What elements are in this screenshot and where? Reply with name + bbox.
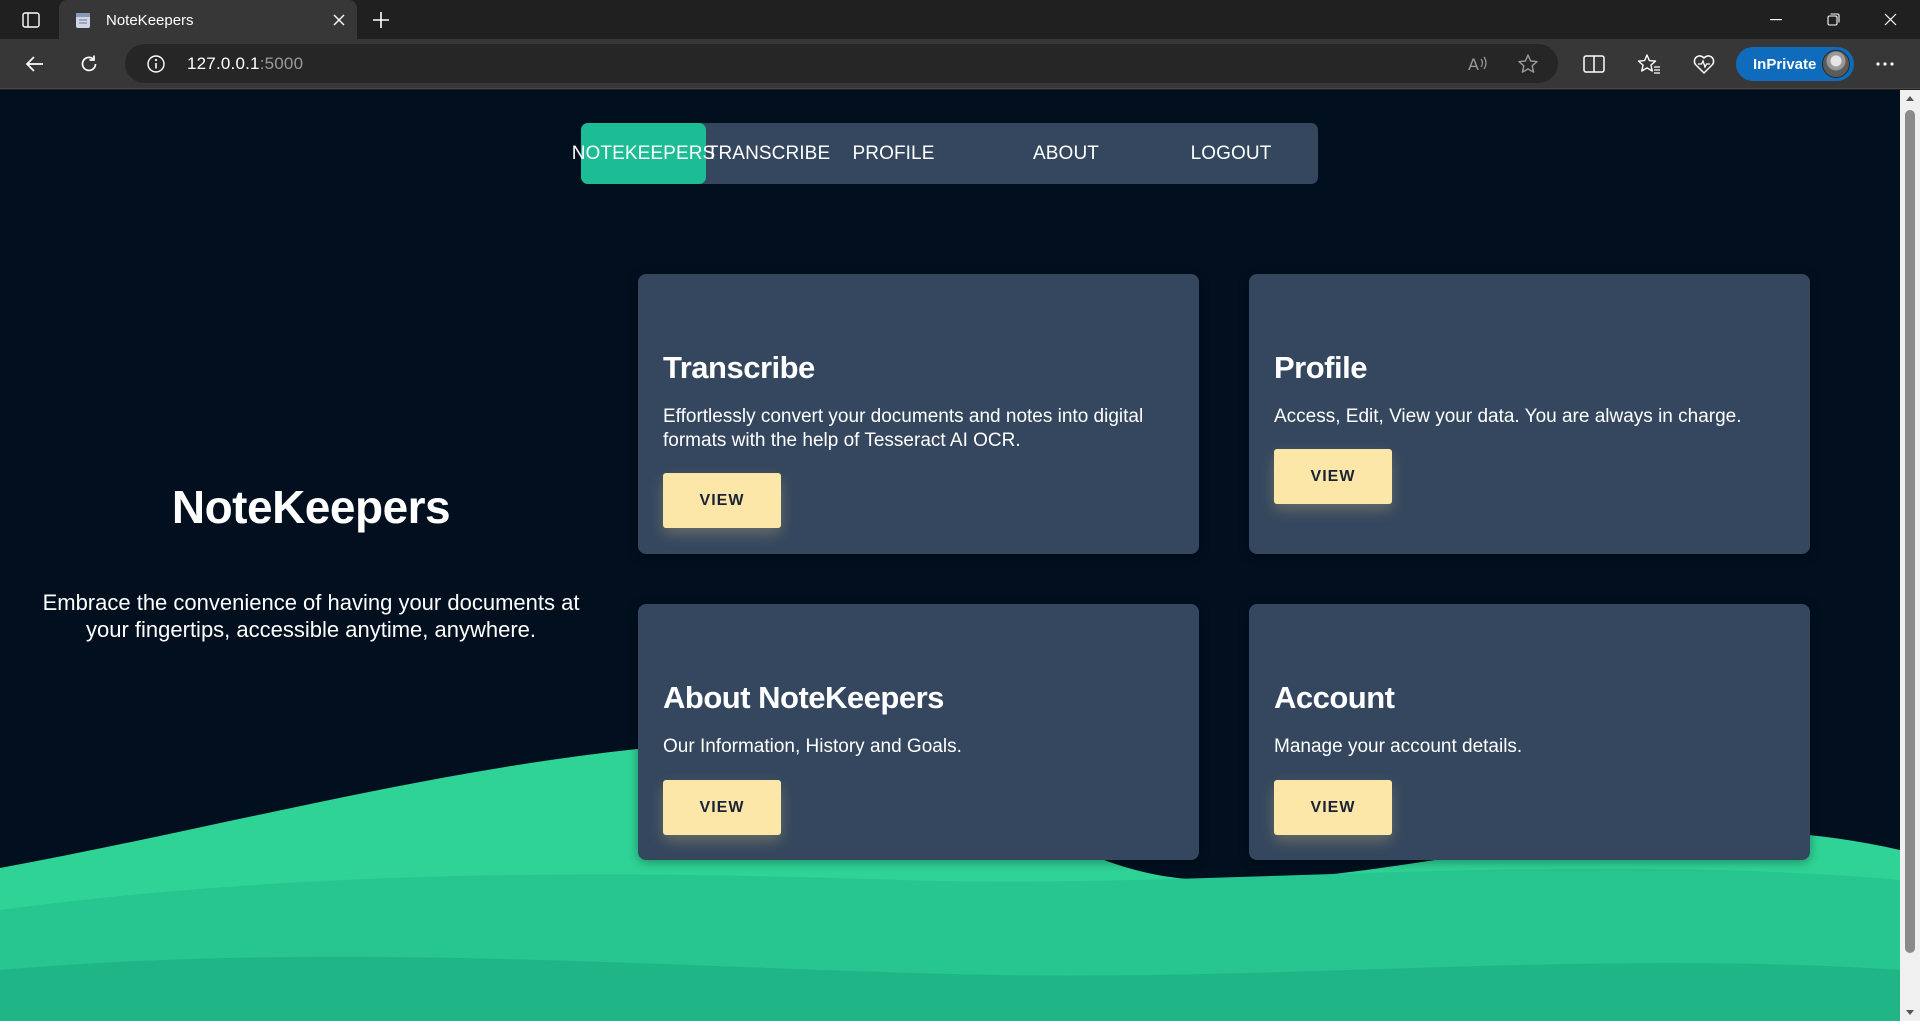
plus-icon[interactable] xyxy=(366,6,396,34)
page-favicon-icon xyxy=(74,10,92,30)
minimize-icon[interactable] xyxy=(1748,0,1804,39)
tab-title: NoteKeepers xyxy=(106,11,194,29)
card-profile: Profile Access, Edit, View your data. Yo… xyxy=(1249,274,1810,554)
card-title: About NoteKeepers xyxy=(663,680,944,715)
card-description: Access, Edit, View your data. You are al… xyxy=(1274,406,1742,427)
page-viewport: NOTEKEEPERS TRANSCRIBE PROFILE ABOUT LOG… xyxy=(0,90,1920,1021)
tab-strip: NoteKeepers xyxy=(0,0,1920,40)
split-screen-icon[interactable] xyxy=(1575,45,1613,83)
card-title: Transcribe xyxy=(663,350,815,385)
main-nav: NOTEKEEPERS TRANSCRIBE PROFILE ABOUT LOG… xyxy=(572,123,1318,184)
card-description: Our Information, History and Goals. xyxy=(663,736,962,757)
scroll-down-icon[interactable] xyxy=(1904,1007,1916,1019)
card-account: Account Manage your account details. VIE… xyxy=(1249,604,1810,860)
nav-item-logout[interactable]: LOGOUT xyxy=(1151,123,1311,184)
sidebar-toggle-icon[interactable] xyxy=(14,8,47,32)
inprivate-button[interactable]: InPrivate xyxy=(1736,47,1854,81)
card-description: Effortlessly convert your documents and … xyxy=(663,406,1144,451)
browser-essentials-icon[interactable] xyxy=(1685,45,1723,83)
scrollbar-thumb[interactable] xyxy=(1905,110,1915,953)
vertical-scrollbar[interactable] xyxy=(1900,90,1920,1021)
hero-title: NoteKeepers xyxy=(171,481,451,533)
view-button-profile[interactable]: VIEW xyxy=(1274,449,1392,504)
refresh-icon[interactable] xyxy=(70,45,108,83)
avatar xyxy=(1822,50,1850,78)
view-button-about[interactable]: VIEW xyxy=(663,780,781,835)
restore-icon[interactable] xyxy=(1805,0,1861,39)
close-icon[interactable] xyxy=(325,6,353,34)
more-icon[interactable] xyxy=(1866,45,1904,83)
svg-text:A: A xyxy=(1468,55,1479,73)
address-port: :5000 xyxy=(259,54,304,73)
background-waves xyxy=(0,739,1900,1021)
nav-item-profile[interactable]: PROFILE xyxy=(831,123,956,184)
favorites-icon[interactable] xyxy=(1630,45,1668,83)
view-button-transcribe[interactable]: VIEW xyxy=(663,473,781,528)
address-host: 127.0.0.1 xyxy=(187,54,260,73)
address-bar[interactable]: 127.0.0.1:5000 A xyxy=(125,44,1558,83)
card-description: Manage your account details. xyxy=(1274,736,1523,757)
scroll-up-icon[interactable] xyxy=(1904,92,1916,104)
address-url[interactable]: 127.0.0.1:5000 xyxy=(187,54,303,74)
view-button-account[interactable]: VIEW xyxy=(1274,780,1392,835)
window-close-icon[interactable] xyxy=(1862,0,1918,39)
nav-item-notekeepers[interactable]: NOTEKEEPERS xyxy=(572,123,715,184)
back-arrow-icon[interactable] xyxy=(16,45,54,83)
card-transcribe: Transcribe Effortlessly convert your doc… xyxy=(638,274,1199,554)
read-aloud-icon[interactable]: A xyxy=(1464,50,1492,78)
card-title: Profile xyxy=(1274,350,1367,385)
browser-tab[interactable]: NoteKeepers xyxy=(59,0,357,40)
browser-toolbar: 127.0.0.1:5000 A InPrivate xyxy=(0,39,1920,89)
info-icon[interactable] xyxy=(145,53,167,75)
card-about: About NoteKeepers Our Information, Histo… xyxy=(638,604,1199,860)
star-icon[interactable] xyxy=(1514,50,1542,78)
card-title: Account xyxy=(1274,680,1395,715)
inprivate-label: InPrivate xyxy=(1753,55,1817,73)
nav-item-about[interactable]: ABOUT xyxy=(986,123,1146,184)
hero-subtitle: Embrace the convenience of having your d… xyxy=(42,590,580,642)
nav-item-transcribe[interactable]: TRANSCRIBE xyxy=(706,123,831,184)
